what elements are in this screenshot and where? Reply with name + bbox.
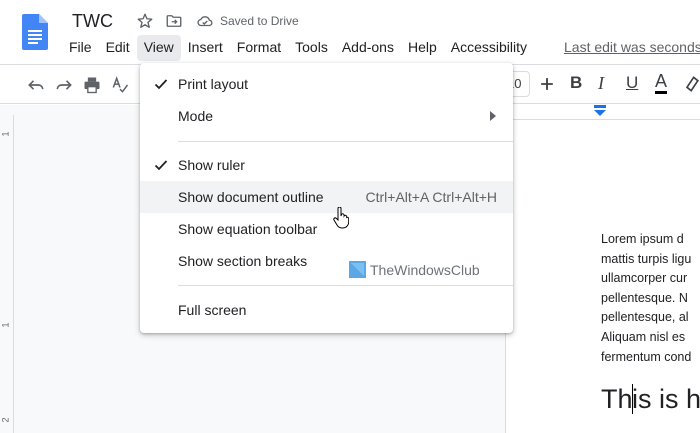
ruler-mark: 2: [0, 417, 11, 423]
menu-help[interactable]: Help: [401, 35, 444, 61]
google-docs-window: TWC Saved to Drive File Edit View Insert…: [0, 0, 700, 433]
menu-insert[interactable]: Insert: [181, 35, 230, 61]
menu-option-show-document-outline[interactable]: Show document outline Ctrl+Alt+A Ctrl+Al…: [140, 181, 513, 213]
submenu-arrow-icon: [490, 111, 496, 121]
checkmark-icon: [154, 79, 168, 90]
vertical-ruler[interactable]: 1 1 2: [0, 115, 14, 433]
document-title[interactable]: TWC: [72, 11, 113, 32]
keyboard-shortcut: Ctrl+Alt+A Ctrl+Alt+H: [365, 189, 498, 205]
header: TWC Saved to Drive File Edit View Insert…: [0, 0, 700, 64]
paragraph-line: Lorem ipsum d: [601, 232, 684, 246]
menu-view[interactable]: View: [136, 35, 181, 61]
watermark: TheWindowsClub: [349, 261, 480, 278]
menu-add-ons[interactable]: Add-ons: [335, 35, 401, 61]
menu-tools[interactable]: Tools: [288, 35, 335, 61]
paragraph-line: pellentesque. N: [601, 290, 688, 305]
print-icon[interactable]: [82, 75, 102, 95]
text-color-button[interactable]: A: [655, 71, 668, 94]
body-paragraph[interactable]: Lorem ipsum d mattis turpis ligu ullamco…: [601, 230, 700, 367]
paragraph-line: pellentesque, al: [601, 310, 689, 325]
menu-option-full-screen[interactable]: Full screen: [140, 294, 513, 326]
document-heading[interactable]: This is h: [601, 384, 700, 415]
ruler-mark: 1: [0, 322, 11, 328]
spellcheck-icon[interactable]: [110, 75, 130, 95]
menu-option-label: Show ruler: [178, 157, 245, 173]
menu-option-show-equation-toolbar[interactable]: Show equation toolbar: [140, 213, 513, 245]
menu-option-mode[interactable]: Mode: [140, 100, 513, 132]
view-menu-dropdown: Print layout Mode Show ruler Show docume…: [140, 63, 513, 333]
menu-option-label: Show equation toolbar: [178, 221, 318, 237]
last-edit-link[interactable]: Last edit was seconds ago: [564, 39, 700, 55]
paragraph-line: fermentum cond: [601, 349, 692, 364]
menu-divider: [178, 285, 513, 286]
italic-button[interactable]: I: [598, 73, 604, 94]
underline-button[interactable]: U: [626, 73, 638, 93]
ruler-mark: 1: [0, 131, 11, 137]
menu-edit[interactable]: Edit: [99, 35, 137, 61]
move-folder-icon[interactable]: [165, 12, 183, 30]
cloud-saved-icon[interactable]: [196, 12, 214, 30]
menu-option-label: Full screen: [178, 302, 247, 318]
menu-divider: [178, 141, 513, 142]
redo-icon[interactable]: [54, 75, 74, 95]
bold-button[interactable]: B: [570, 73, 582, 93]
save-status: Saved to Drive: [220, 14, 299, 28]
windows-logo-icon: [349, 261, 366, 278]
paragraph-line: mattis turpis ligu: [601, 251, 692, 266]
menu-option-label: Mode: [178, 108, 214, 124]
menu-option-show-ruler[interactable]: Show ruler: [140, 149, 513, 181]
indent-marker-icon[interactable]: [593, 105, 607, 117]
undo-icon[interactable]: [26, 75, 46, 95]
highlight-color-icon[interactable]: [682, 74, 700, 94]
menu-option-label: Show section breaks: [178, 253, 308, 269]
hand-pointer-icon: [333, 207, 349, 229]
paragraph-line: ullamcorper cur: [601, 271, 688, 286]
menu-file[interactable]: File: [62, 35, 99, 61]
menu-option-label: Print layout: [178, 76, 249, 92]
menu-option-print-layout[interactable]: Print layout: [140, 68, 513, 100]
star-icon[interactable]: [136, 12, 154, 30]
checkmark-icon: [154, 160, 168, 171]
docs-logo-icon[interactable]: [22, 14, 48, 50]
menu-option-label: Show document outline: [178, 189, 324, 205]
increase-font-size-icon[interactable]: [537, 74, 557, 94]
heading-text-before-caret: Th: [601, 384, 633, 414]
menu-bar: File Edit View Insert Format Tools Add-o…: [62, 35, 534, 61]
paragraph-line: Aliquam nisl es: [601, 329, 686, 344]
menu-accessibility[interactable]: Accessibility: [444, 35, 534, 61]
menu-format[interactable]: Format: [230, 35, 288, 61]
heading-text-after-caret: is is h: [632, 384, 700, 414]
watermark-text: TheWindowsClub: [370, 261, 480, 278]
